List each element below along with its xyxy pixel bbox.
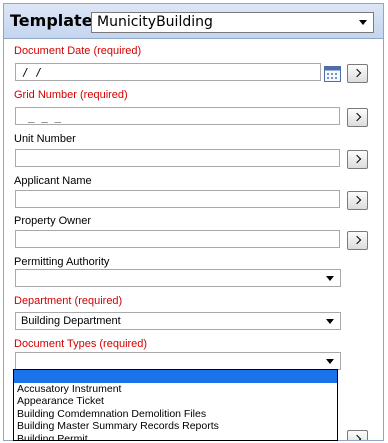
grid-number-label: Grid Number (required)	[14, 89, 128, 101]
template-select[interactable]: MunicityBuilding	[91, 12, 374, 33]
property-owner-label: Property Owner	[14, 215, 92, 227]
property-owner-field[interactable]	[15, 230, 340, 248]
grid-number-browse-button[interactable]	[347, 108, 368, 127]
template-label: Template:	[10, 11, 99, 30]
dropdown-option[interactable]: Accusatory Instrument	[14, 383, 337, 396]
dropdown-option[interactable]: Building Permit	[14, 433, 337, 441]
chevron-down-icon	[359, 20, 367, 25]
chevron-right-icon	[352, 68, 362, 78]
chevron-down-icon	[326, 359, 334, 364]
hidden-browse-button[interactable]	[347, 430, 368, 440]
applicant-name-label: Applicant Name	[14, 175, 92, 187]
document-date-field[interactable]: / /	[15, 63, 321, 81]
chevron-right-icon	[352, 112, 362, 122]
document-types-select[interactable]	[15, 352, 341, 370]
chevron-right-icon	[352, 434, 362, 440]
document-types-dropdown-list: Accusatory Instrument Appearance Ticket …	[13, 369, 338, 441]
chevron-down-icon	[326, 276, 334, 281]
chevron-right-icon	[352, 195, 362, 205]
document-date-label: Document Date (required)	[14, 45, 142, 57]
applicant-name-field[interactable]	[15, 190, 340, 208]
dropdown-option-highlighted[interactable]	[14, 370, 337, 383]
document-date-browse-button[interactable]	[347, 64, 368, 83]
applicant-name-browse-button[interactable]	[347, 191, 368, 210]
document-date-value: / /	[22, 66, 42, 79]
chevron-down-icon	[326, 319, 334, 324]
chevron-right-icon	[352, 235, 362, 245]
template-header: Template: MunicityBuilding	[4, 4, 383, 39]
document-types-label: Document Types (required)	[14, 338, 148, 350]
department-select[interactable]: Building Department	[15, 312, 341, 330]
unit-number-browse-button[interactable]	[347, 150, 368, 169]
unit-number-label: Unit Number	[14, 133, 76, 145]
dropdown-option[interactable]: Building Comdemnation Demolition Files	[14, 408, 337, 421]
department-label: Department (required)	[14, 295, 123, 307]
template-select-value: MunicityBuilding	[97, 14, 213, 30]
grid-number-value: _ _ _	[28, 110, 62, 123]
grid-number-field[interactable]: _ _ _	[15, 107, 340, 125]
permitting-authority-label: Permitting Authority	[14, 256, 110, 268]
unit-number-field[interactable]	[15, 149, 340, 167]
department-value: Building Department	[21, 315, 121, 327]
property-owner-browse-button[interactable]	[347, 231, 368, 250]
dropdown-option[interactable]: Building Master Summary Records Reports	[14, 420, 337, 433]
calendar-icon[interactable]	[324, 66, 341, 82]
dropdown-option[interactable]: Appearance Ticket	[14, 395, 337, 408]
permitting-authority-select[interactable]	[15, 269, 341, 287]
chevron-right-icon	[352, 154, 362, 164]
